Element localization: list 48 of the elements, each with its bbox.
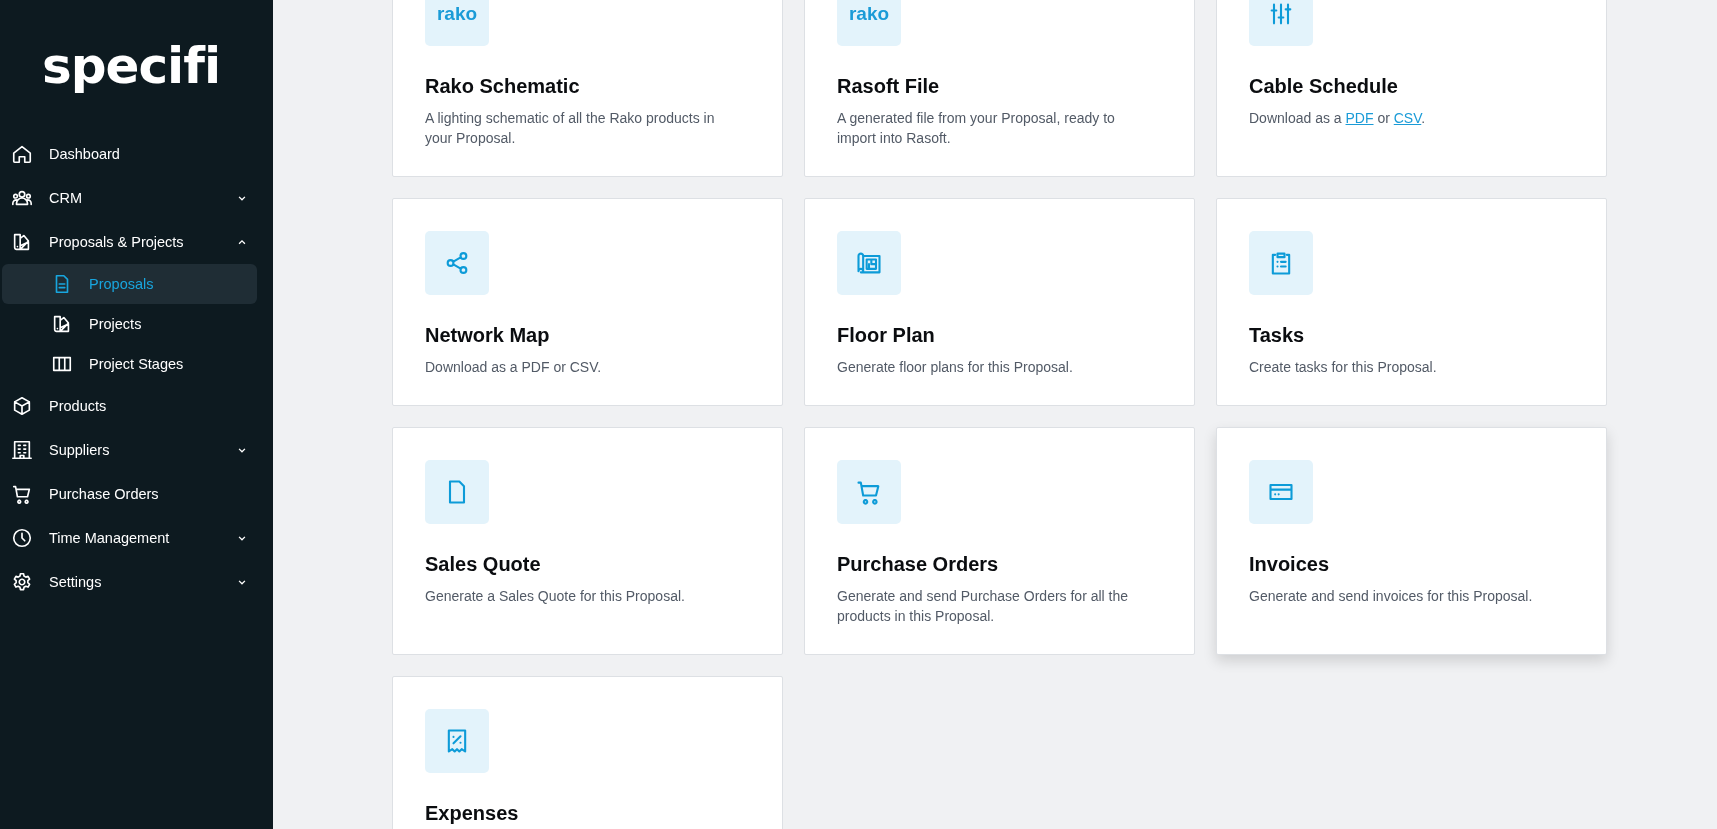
card-title: Expenses [425,801,520,826]
logo-text: rako [848,3,890,25]
nav-item[interactable]: Products [2,384,257,428]
option-card[interactable]: Floor Plan Generate floor plans for this Proposal. [804,198,1195,406]
card-description: Generate floor plans for this Proposal. [837,358,1074,377]
option-card[interactable]: rako Rako Schematic A lighting schematic of all the Rako products in your Proposal. [392,0,783,177]
card-title: Floor Plan [837,323,936,348]
box-icon [11,395,33,417]
nav-subitem[interactable]: Project Stages [2,344,257,384]
card-description: Generate and send invoices for this Proposal. [1249,587,1534,606]
card-title: Network Map [425,323,551,348]
option-card[interactable]: Network Map Download as a PDF or CSV. [392,198,783,406]
logo-text: rako [436,3,478,25]
card-title: Invoices [1249,552,1331,577]
option-card[interactable]: Sales Quote Generate a Sales Quote for this Proposal. [392,427,783,655]
card-description: A generated file from your Proposal, ready to import into Rasoft. [837,109,1116,148]
card-description: Generate and send Purchase Orders for all the products in this Proposal. [837,587,1130,626]
nav-item[interactable]: CRM [2,176,257,220]
card-title: Purchase Orders [837,552,1000,577]
option-card[interactable]: rako Rasoft File A generated file from your Proposal, ready to import into Rasoft. [804,0,1195,177]
card-title: Rasoft File [837,74,941,99]
option-card[interactable]: Purchase Orders Generate and send Purchase Orders for all the products in this Proposal. [804,427,1195,655]
nav-item[interactable]: Purchase Orders [2,472,257,516]
nav-item[interactable]: Settings [2,560,257,604]
cart-icon [11,483,33,505]
nav-item[interactable]: Suppliers [2,428,257,472]
card-title: Rako Schematic [425,74,581,99]
nav-subitem[interactable]: Projects [2,304,257,344]
card-description: Download as a PDF or CSV. [1249,109,1427,128]
card-title: Cable Schedule [1249,74,1399,99]
nav-item[interactable]: Time Management [2,516,257,560]
home-icon [11,143,33,165]
clock-icon [11,527,33,549]
card-description: Download as a PDF or CSV. [425,358,603,377]
card-title: Tasks [1249,323,1306,348]
option-card[interactable]: Expenses [392,676,783,829]
card-description: Generate a Sales Quote for this Proposal. [425,587,686,606]
nav-subitem[interactable]: Proposals [2,264,257,304]
logo: specifi [42,37,221,95]
nav-item[interactable]: Proposals & Projects [2,220,257,264]
gear-icon [11,571,33,593]
card-title: Sales Quote [425,552,542,577]
nav-item[interactable]: Dashboard [2,132,257,176]
card-description: Create tasks for this Proposal. [1249,358,1438,377]
building-icon [11,439,33,461]
card-description: A lighting schematic of all the Rako products in your Proposal. [425,109,716,148]
option-card[interactable]: Tasks Create tasks for this Proposal. [1216,198,1607,406]
option-card[interactable]: Invoices Generate and send invoices for this Proposal. [1216,427,1607,655]
